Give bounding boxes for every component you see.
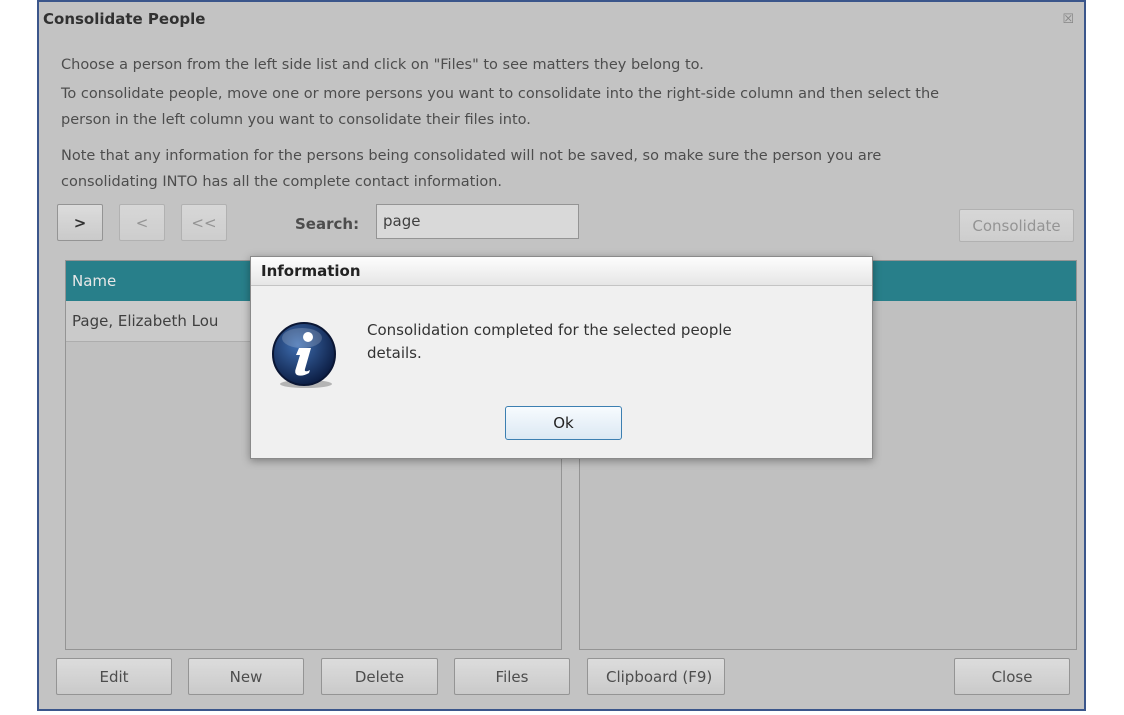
dialog-message-line-1: Consolidation completed for the selected… [367, 321, 732, 339]
dialog-title: Information [251, 257, 872, 286]
dialog-message: Consolidation completed for the selected… [367, 319, 807, 365]
dialog-message-line-2: details. [367, 344, 422, 362]
ok-button[interactable]: Ok [505, 406, 622, 440]
info-icon [268, 318, 340, 390]
information-dialog: Information Consolidation completed for … [250, 256, 873, 459]
